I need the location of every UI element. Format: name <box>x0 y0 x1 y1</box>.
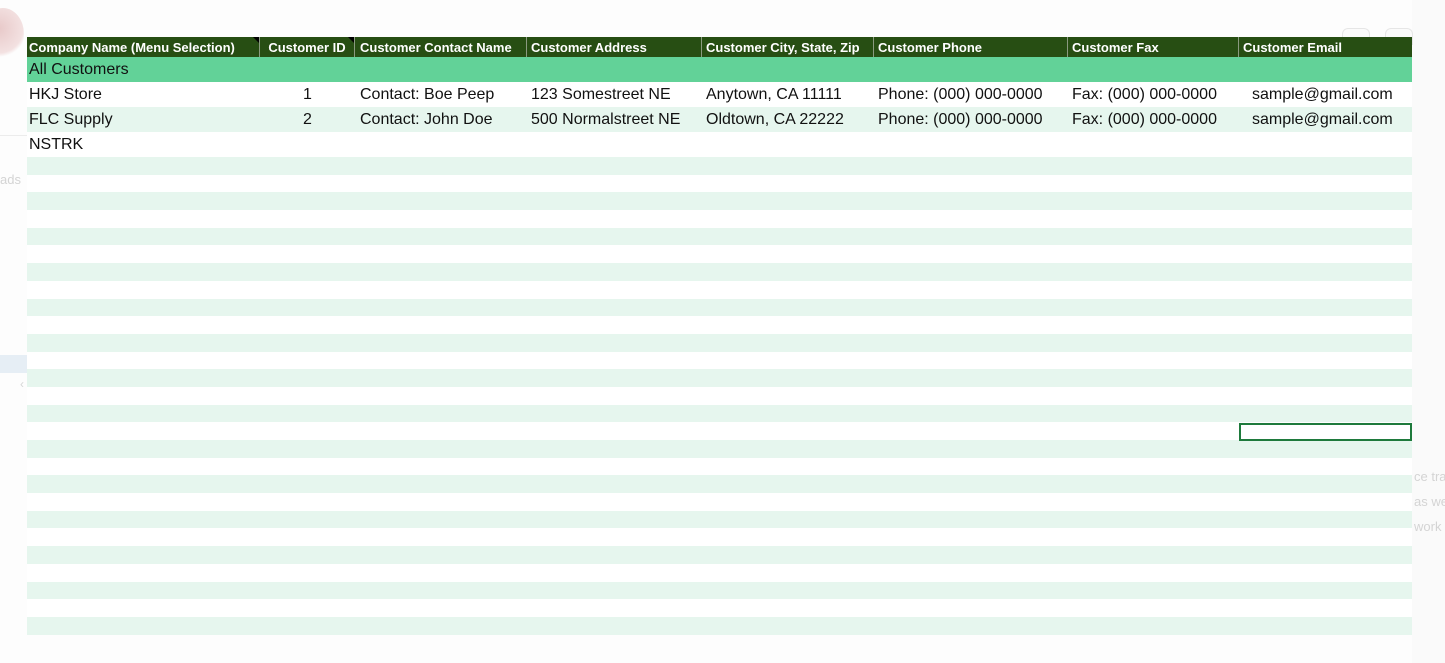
fax-cell[interactable]: Fax: (000) 000-0000 <box>1068 82 1239 107</box>
all-customers-cell[interactable]: All Customers <box>27 57 260 82</box>
phone-cell[interactable] <box>874 132 1068 157</box>
empty-row[interactable] <box>27 581 1412 600</box>
empty-row[interactable] <box>27 422 1412 440</box>
company-cell[interactable]: FLC Supply <box>27 107 260 132</box>
empty-row[interactable] <box>27 263 1412 281</box>
city-cell[interactable] <box>702 132 874 157</box>
column-header-city-state-zip[interactable]: Customer City, State, Zip <box>702 37 874 57</box>
address-cell[interactable]: 500 Normalstreet NE <box>527 107 702 132</box>
empty-row[interactable] <box>27 245 1412 264</box>
empty-row[interactable] <box>27 599 1412 617</box>
email-cell[interactable]: sample@gmail.com <box>1239 107 1412 132</box>
empty-row[interactable] <box>27 227 1412 246</box>
empty-row[interactable] <box>27 510 1412 529</box>
empty-row[interactable] <box>27 210 1412 228</box>
table-row: NSTRK <box>27 132 1412 157</box>
background-text: as we <box>1414 494 1445 509</box>
background-tab <box>0 355 27 373</box>
app-logo <box>0 8 24 60</box>
city-cell[interactable]: Anytown, CA 11111 <box>702 82 874 107</box>
empty-row[interactable] <box>27 174 1412 193</box>
empty-row[interactable] <box>27 546 1412 564</box>
chevron-left-icon: ‹ <box>20 377 24 391</box>
background-text: ce tra <box>1414 469 1445 484</box>
email-cell[interactable] <box>1239 132 1412 157</box>
empty-row[interactable] <box>27 528 1412 547</box>
empty-rows <box>27 157 1412 635</box>
empty-row[interactable] <box>27 386 1412 405</box>
column-header-phone[interactable]: Customer Phone <box>874 37 1068 57</box>
background-text: work <box>1414 519 1442 534</box>
empty-row[interactable] <box>27 351 1412 370</box>
fax-cell[interactable]: Fax: (000) 000-0000 <box>1068 107 1239 132</box>
empty-row[interactable] <box>27 616 1412 635</box>
empty-row[interactable] <box>27 457 1412 476</box>
selected-cell[interactable] <box>1239 423 1412 441</box>
city-cell[interactable]: Oldtown, CA 22222 <box>702 107 874 132</box>
empty-row[interactable] <box>27 333 1412 352</box>
table-row: HKJ Store 1 Contact: Boe Peep 123 Somest… <box>27 82 1412 107</box>
empty-row[interactable] <box>27 157 1412 175</box>
column-header-email[interactable]: Customer Email <box>1239 37 1412 57</box>
phone-cell[interactable]: Phone: (000) 000-0000 <box>874 82 1068 107</box>
address-cell[interactable] <box>527 132 702 157</box>
empty-row[interactable] <box>27 563 1412 582</box>
customer-id-cell[interactable]: 2 <box>260 107 355 132</box>
contact-cell[interactable] <box>355 132 527 157</box>
fax-cell[interactable] <box>1068 132 1239 157</box>
empty-row[interactable] <box>27 440 1412 458</box>
column-header-fax[interactable]: Customer Fax <box>1068 37 1239 57</box>
customer-id-cell[interactable] <box>260 132 355 157</box>
customer-id-cell[interactable]: 1 <box>260 82 355 107</box>
table-row: FLC Supply 2 Contact: John Doe 500 Norma… <box>27 107 1412 132</box>
column-header-address[interactable]: Customer Address <box>527 37 702 57</box>
empty-row[interactable] <box>27 192 1412 211</box>
column-header-company-name[interactable]: Company Name (Menu Selection) <box>27 37 260 57</box>
empty-row[interactable] <box>27 316 1412 334</box>
customer-sheet: Company Name (Menu Selection) Customer I… <box>27 37 1412 635</box>
background-text: ads <box>0 172 21 187</box>
column-header-contact-name[interactable]: Customer Contact Name <box>355 37 527 57</box>
company-cell[interactable]: HKJ Store <box>27 82 260 107</box>
background-panel <box>1412 0 1445 663</box>
column-header-customer-id[interactable]: Customer ID <box>260 37 355 57</box>
empty-row[interactable] <box>27 369 1412 387</box>
empty-row[interactable] <box>27 493 1412 511</box>
empty-row[interactable] <box>27 404 1412 423</box>
empty-row[interactable] <box>27 298 1412 317</box>
empty-row[interactable] <box>27 475 1412 494</box>
all-customers-row[interactable]: All Customers <box>27 57 1412 82</box>
company-cell[interactable]: NSTRK <box>27 132 260 157</box>
address-cell[interactable]: 123 Somestreet NE <box>527 82 702 107</box>
email-cell[interactable]: sample@gmail.com <box>1239 82 1412 107</box>
phone-cell[interactable]: Phone: (000) 000-0000 <box>874 107 1068 132</box>
contact-cell[interactable]: Contact: Boe Peep <box>355 82 527 107</box>
contact-cell[interactable]: Contact: John Doe <box>355 107 527 132</box>
header-row: Company Name (Menu Selection) Customer I… <box>27 37 1412 57</box>
empty-row[interactable] <box>27 280 1412 299</box>
